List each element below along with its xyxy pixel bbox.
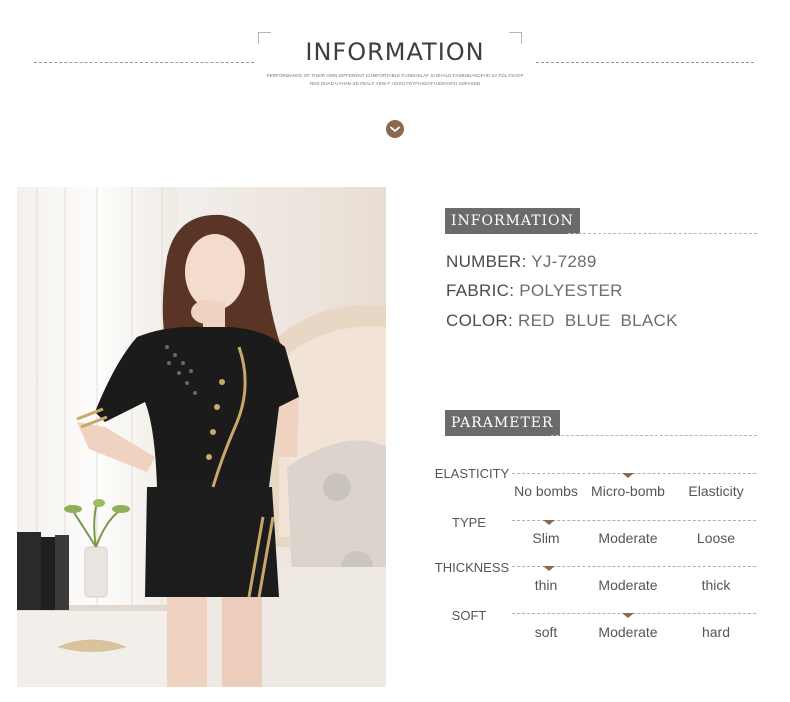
param-soft-label: SOFT	[451, 608, 487, 623]
parameter-section-label: PARAMETER	[445, 410, 560, 436]
chevron-down-icon	[390, 126, 400, 132]
param-thickness-option-3: thick	[701, 577, 731, 593]
product-photo-illustration	[17, 187, 386, 687]
info-row-fabric: FABRIC: POLYESTER	[446, 281, 623, 301]
product-photo	[17, 187, 386, 687]
information-section-divider	[568, 233, 757, 234]
param-elasticity-marker	[622, 473, 634, 478]
info-number-key: NUMBER:	[446, 252, 527, 271]
param-thickness-marker	[543, 566, 555, 571]
info-color-key: COLOR:	[446, 311, 513, 330]
info-fabric-value: POLYESTER	[519, 281, 623, 300]
parameter-section-divider	[551, 435, 757, 436]
info-row-number: NUMBER: YJ-7289	[446, 252, 597, 272]
header-subtitle-line-1: PERFORMANCE OF THEIR OWN DIFFERENT COMFO…	[266, 73, 524, 78]
info-row-color: COLOR: RED BLUE BLACK	[446, 311, 678, 331]
param-type-option-2: Moderate	[598, 530, 658, 546]
param-thickness-label: THICKNESS	[434, 560, 510, 575]
param-type-option-3: Loose	[696, 530, 736, 546]
param-type-label: TYPE	[452, 515, 486, 530]
param-elasticity-option-2: Micro-bomb	[591, 483, 665, 499]
info-color-value: RED BLUE BLACK	[518, 311, 678, 330]
info-fabric-key: FABRIC:	[446, 281, 515, 300]
param-elasticity-option-3: Elasticity	[688, 483, 744, 499]
header-subtitle-line-2: NDS DHAD UYHAN SD FEALF YEW F HOSO FEYFH…	[309, 81, 481, 86]
param-elasticity-label: ELASTICITY	[434, 466, 510, 481]
param-elasticity-scale	[512, 473, 756, 474]
param-soft-scale	[512, 613, 756, 614]
scroll-down-button[interactable]	[386, 120, 404, 138]
param-soft-marker	[622, 613, 634, 618]
information-section-label: INFORMATION	[445, 208, 580, 234]
info-number-value: YJ-7289	[531, 252, 597, 271]
param-soft-option-2: Moderate	[598, 624, 658, 640]
param-type-marker	[543, 520, 555, 525]
param-thickness-option-2: Moderate	[598, 577, 658, 593]
page-title: INFORMATION	[305, 38, 485, 66]
param-soft-option-3: hard	[701, 624, 731, 640]
